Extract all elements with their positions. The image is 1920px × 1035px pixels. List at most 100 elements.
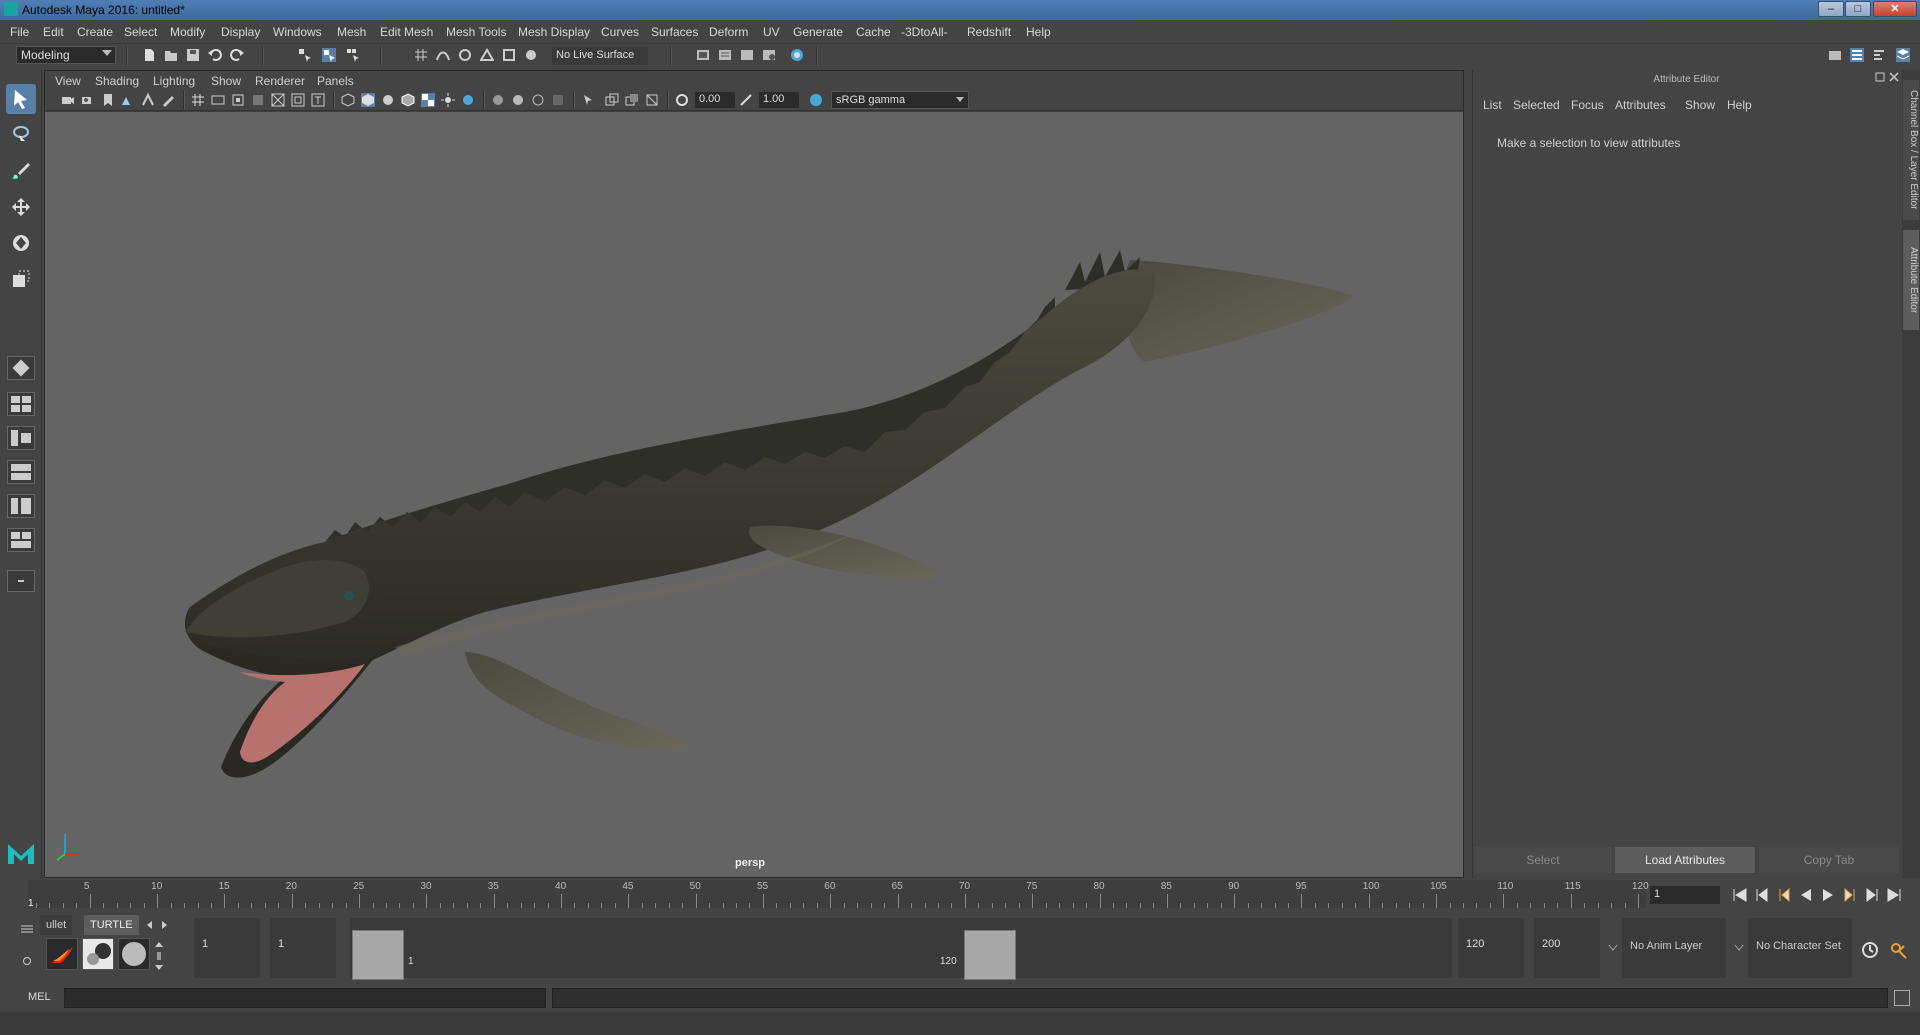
float-panel-icon[interactable] — [1875, 72, 1885, 82]
use-all-lights-icon[interactable] — [441, 93, 455, 107]
scale-tool[interactable] — [6, 264, 36, 294]
menu-display[interactable]: Display — [221, 25, 260, 39]
animation-preferences-icon[interactable] — [1888, 940, 1910, 962]
xray-joints-icon[interactable] — [625, 93, 639, 107]
load-attributes-button[interactable]: Load Attributes — [1615, 847, 1755, 873]
viewport-3d-canvas[interactable]: persp — [45, 112, 1463, 877]
menu-select[interactable]: Select — [124, 25, 157, 39]
go-to-end-icon[interactable] — [1886, 887, 1902, 903]
menu-mesh-tools[interactable]: Mesh Tools — [446, 25, 506, 39]
time-slider[interactable]: 5 10 15 20 25 30 35 40 45 50 55 60 65 70 75 80 85 90 95 100… — [0, 878, 1920, 910]
menu-file[interactable]: File — [10, 25, 29, 39]
motion-blur-icon[interactable] — [511, 93, 525, 107]
menu-modify[interactable]: Modify — [170, 25, 205, 39]
snap-point-icon[interactable] — [458, 48, 472, 62]
step-back-frame-icon[interactable] — [1776, 887, 1792, 903]
chevron-down-icon[interactable] — [1608, 944, 1618, 952]
render-settings-icon[interactable] — [762, 48, 776, 62]
single-perspective-layout-button[interactable] — [7, 356, 35, 380]
isolate-select-icon[interactable] — [581, 93, 595, 107]
paint-select-tool[interactable] — [6, 156, 36, 186]
shelf-tab-bullet[interactable]: ullet — [40, 915, 73, 935]
xray-components-icon[interactable] — [645, 93, 659, 107]
shelf-scroll-right-icon[interactable] — [158, 919, 170, 931]
viewport-menu-show[interactable]: Show — [211, 74, 241, 88]
ipr-render-icon[interactable] — [740, 48, 754, 62]
animation-start-field[interactable]: 1 — [194, 918, 260, 978]
minimize-button[interactable]: – — [1818, 1, 1844, 17]
shelf-menu-icon[interactable] — [20, 924, 34, 934]
make-live-icon[interactable] — [524, 48, 538, 62]
chevron-down-icon[interactable] — [1734, 944, 1744, 952]
playback-end-field[interactable]: 120 — [1458, 918, 1524, 978]
menu-redshift[interactable]: Redshift — [967, 25, 1011, 39]
attr-menu-show[interactable]: Show — [1685, 98, 1715, 112]
menu-uv[interactable]: UV — [763, 25, 780, 39]
viewport-menu-lighting[interactable]: Lighting — [153, 74, 195, 88]
select-tool[interactable] — [6, 84, 36, 114]
safe-title-icon[interactable] — [311, 93, 325, 107]
gamma-icon[interactable] — [739, 93, 753, 107]
step-forward-key-icon[interactable] — [1864, 887, 1880, 903]
screen-space-ao-icon[interactable] — [491, 93, 505, 107]
2d-pan-zoom-icon[interactable] — [141, 93, 155, 107]
attr-menu-focus[interactable]: Focus — [1571, 98, 1604, 112]
range-start-handle[interactable] — [352, 930, 404, 980]
render-sequence-icon[interactable] — [718, 48, 732, 62]
shelf-scroll-left-icon[interactable] — [144, 919, 156, 931]
rotate-tool[interactable] — [6, 228, 36, 258]
turtle-surface-icon[interactable] — [118, 938, 150, 970]
grid-icon[interactable] — [191, 93, 205, 107]
live-surface-field[interactable]: No Live Surface — [552, 47, 648, 65]
menu-mesh[interactable]: Mesh — [337, 25, 366, 39]
character-set-dropdown[interactable]: No Character Set — [1748, 918, 1852, 978]
range-slider-track[interactable]: 1 120 — [350, 918, 1452, 980]
shelf-tab-turtle[interactable]: TURTLE — [84, 915, 139, 935]
layout-options-button[interactable] — [7, 570, 35, 592]
snap-curve-icon[interactable] — [436, 48, 450, 62]
grease-pencil-icon[interactable] — [161, 93, 175, 107]
range-slider-bar[interactable]: 1 120 — [350, 930, 1018, 980]
attr-menu-help[interactable]: Help — [1727, 98, 1752, 112]
range-end-handle[interactable] — [964, 930, 1016, 980]
close-button[interactable]: ✕ — [1873, 1, 1917, 17]
redo-icon[interactable] — [230, 48, 244, 62]
go-to-start-icon[interactable] — [1732, 887, 1748, 903]
toggle-tool-settings-icon[interactable] — [1872, 48, 1886, 62]
menu-create[interactable]: Create — [77, 25, 113, 39]
select-camera-icon[interactable] — [61, 93, 75, 107]
current-frame-field[interactable]: 1 — [1650, 886, 1720, 904]
snap-surface-icon[interactable] — [502, 48, 516, 62]
snap-view-plane-icon[interactable] — [480, 48, 494, 62]
tab-channel-box[interactable]: Channel Box / Layer Editor — [1903, 80, 1919, 220]
attr-menu-attributes[interactable]: Attributes — [1615, 98, 1666, 112]
turtle-render-icon[interactable] — [46, 938, 78, 970]
viewport-menu-renderer[interactable]: Renderer — [255, 74, 305, 88]
menu-edit-mesh[interactable]: Edit Mesh — [380, 25, 433, 39]
depth-of-field-icon[interactable] — [551, 93, 565, 107]
menu-help[interactable]: Help — [1026, 25, 1051, 39]
persp-outliner-layout-button[interactable] — [7, 426, 35, 450]
wireframe-on-shaded-icon[interactable] — [401, 93, 415, 107]
xray-icon[interactable] — [605, 93, 619, 107]
menu-edit[interactable]: Edit — [43, 25, 64, 39]
menu-set-dropdown[interactable]: Modeling — [16, 46, 116, 64]
resolution-gate-icon[interactable] — [231, 93, 245, 107]
new-scene-icon[interactable] — [142, 48, 156, 62]
auto-key-icon[interactable] — [1860, 940, 1880, 960]
animation-end-field[interactable]: 200 — [1534, 918, 1600, 978]
hypershade-icon[interactable] — [790, 48, 804, 62]
menu-curves[interactable]: Curves — [601, 25, 639, 39]
wireframe-icon[interactable] — [341, 93, 355, 107]
shelf-options-icon[interactable] — [22, 956, 32, 966]
select-object-icon[interactable] — [322, 48, 336, 62]
script-language-toggle[interactable]: MEL — [28, 991, 51, 1003]
menu-surfaces[interactable]: Surfaces — [651, 25, 698, 39]
toggle-attribute-editor-icon[interactable] — [1850, 48, 1864, 62]
workspace-icon[interactable] — [1828, 48, 1842, 62]
menu-mesh-display[interactable]: Mesh Display — [518, 25, 590, 39]
move-tool[interactable] — [6, 192, 36, 222]
select-component-icon[interactable] — [346, 48, 360, 62]
play-forwards-icon[interactable] — [1820, 887, 1836, 903]
menu-generate[interactable]: Generate — [793, 25, 843, 39]
